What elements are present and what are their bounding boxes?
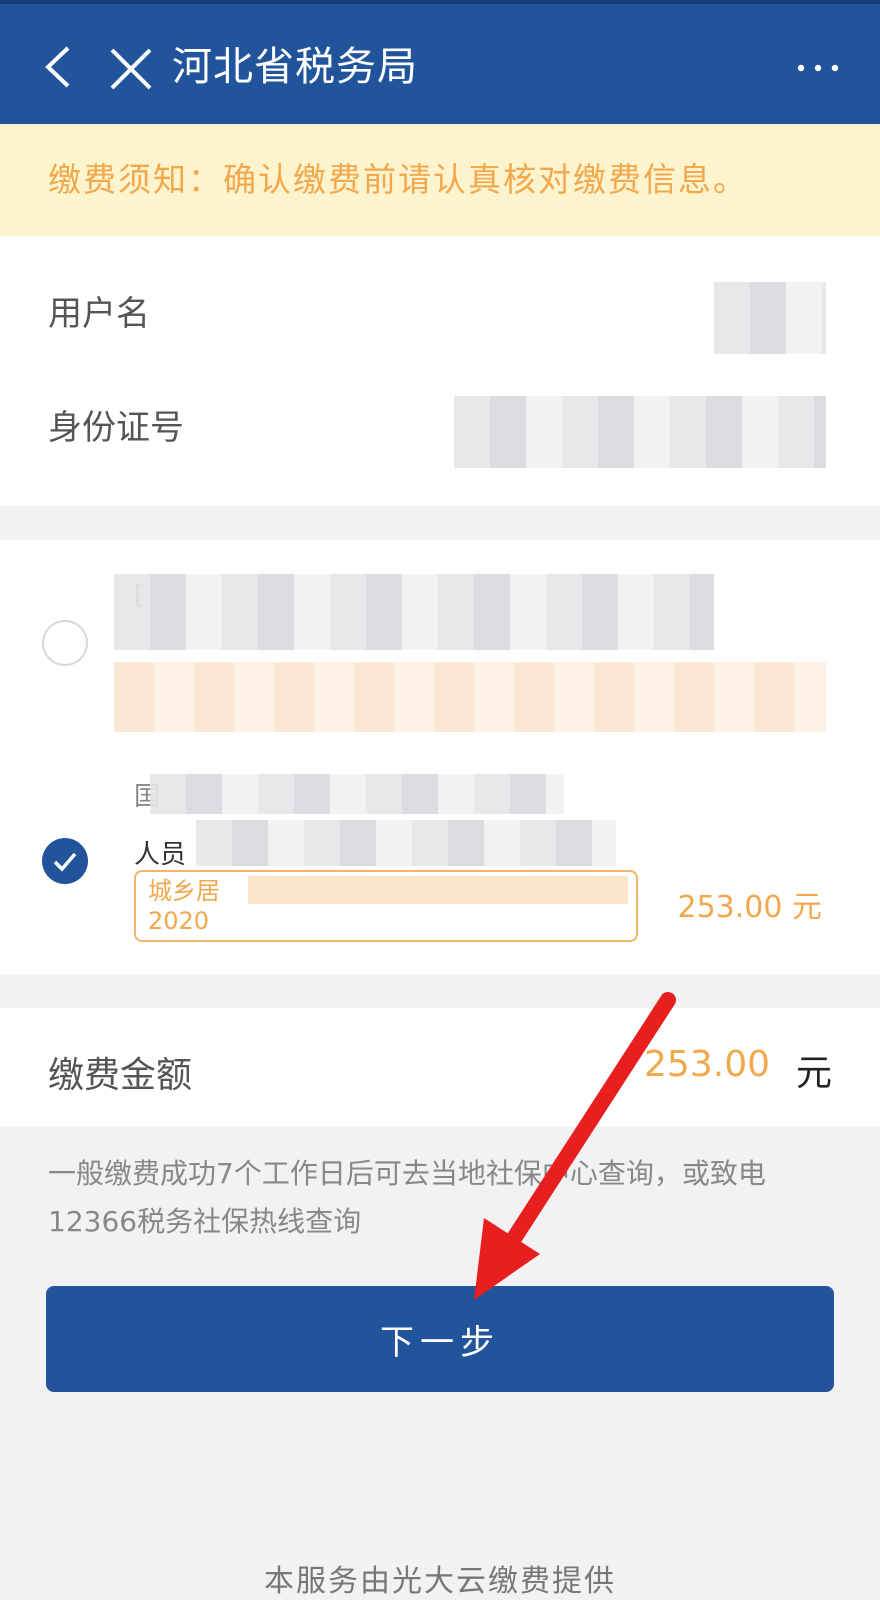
item-2-amount: 253.00 元 [677,890,822,925]
item-1-radio[interactable] [42,620,88,666]
item-2-subtitle-redacted [196,820,616,866]
payment-items-card: [ 国 人员 城乡居 2020 253.00 元 [0,540,880,974]
id-number-value-redacted [454,396,826,468]
total-amount: 253.00 [644,1044,770,1085]
total-unit: 元 [795,1053,832,1094]
payment-notice: 缴费须知：确认缴费前请认真核对缴费信息。 [0,124,880,236]
user-info-card: 用户名 身份证号 [0,236,880,506]
item-2-subtitle: 人员 [134,840,187,870]
item-2-tag-redacted [248,876,628,904]
item-2-tag-line2: 2020 [148,907,210,935]
item-2-check-icon[interactable] [42,838,88,884]
title-bar: 河北省税务局 [0,0,880,124]
more-icon[interactable] [796,58,840,78]
page-title: 河北省税务局 [172,44,418,90]
item-1-tag-redacted [114,662,826,732]
close-icon[interactable] [108,46,154,92]
query-hint: 一般缴费成功7个工作日后可去当地社保中心查询，或致电12366税务社保热线查询 [48,1157,766,1238]
id-number-label: 身份证号 [48,408,184,448]
item-2-tag: 城乡居 2020 [134,870,638,942]
username-label: 用户名 [48,294,150,334]
total-card: 缴费金额 253.00 元 [0,1008,880,1126]
item-2-name-redacted [150,774,564,814]
next-step-button[interactable]: 下一步 [46,1286,834,1392]
username-value-redacted [714,282,826,354]
back-icon[interactable] [38,44,78,90]
service-provider-footer: 本服务由光大云缴费提供 [264,1564,616,1599]
total-label: 缴费金额 [48,1055,193,1096]
item-1-name-redacted [114,574,714,650]
